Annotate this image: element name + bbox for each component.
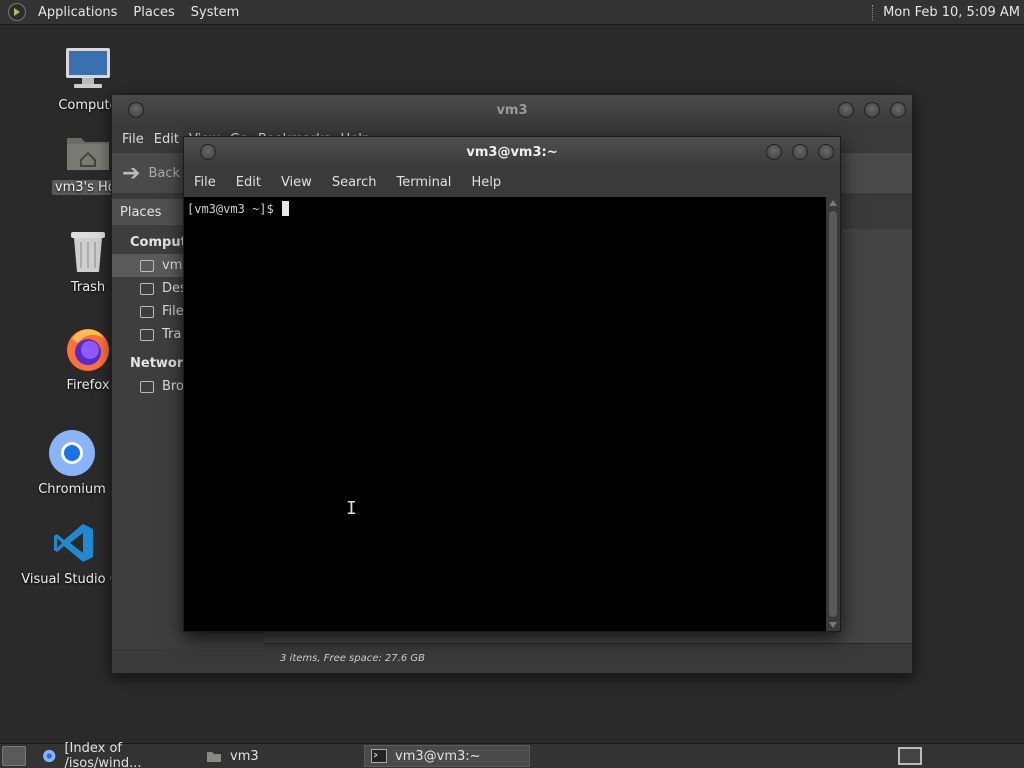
back-button[interactable]: Back [148, 166, 180, 181]
task-button-file-manager[interactable]: vm3 [200, 745, 360, 767]
firefox-icon [63, 324, 113, 374]
home-folder-icon [207, 752, 221, 762]
terminal-window[interactable]: vm3@vm3:~ File Edit View Search Terminal… [183, 136, 841, 632]
chromium-icon [43, 749, 56, 763]
task-label: [Index of /isos/wind... [64, 741, 142, 768]
menu-logo-icon[interactable] [8, 3, 26, 21]
vscode-icon [49, 518, 99, 568]
file-manager-titlebar[interactable]: vm3 [112, 95, 912, 125]
menu-view[interactable]: View [271, 175, 322, 190]
computer-icon [63, 44, 113, 94]
panel-handle [872, 4, 875, 21]
network-icon [140, 380, 154, 393]
chromium-icon [47, 428, 97, 478]
terminal-titlebar[interactable]: vm3@vm3:~ [184, 137, 840, 167]
home-icon [140, 259, 154, 272]
close-button[interactable] [818, 144, 834, 160]
menu-help[interactable]: Help [461, 175, 511, 190]
desktop-icon [140, 282, 154, 295]
desktop-icon-label: Trash [70, 280, 106, 295]
drive-icon [140, 305, 154, 318]
close-button[interactable] [890, 102, 906, 118]
window-menu-button[interactable] [128, 102, 144, 118]
task-label: vm3 [230, 748, 259, 764]
window-menu-button[interactable] [200, 144, 216, 160]
task-button-chromium[interactable]: [Index of /isos/wind... [36, 741, 196, 768]
maximize-button[interactable] [792, 144, 808, 160]
trash-icon [140, 328, 154, 341]
back-arrow-icon[interactable]: ➔ [122, 161, 140, 186]
terminal-scrollbar[interactable] [826, 197, 840, 631]
applications-menu[interactable]: Applications [30, 5, 125, 20]
trash-icon [63, 226, 113, 276]
sidebar-item-label: File [162, 304, 184, 319]
terminal-menubar: File Edit View Search Terminal Help [184, 167, 840, 197]
text-cursor [281, 201, 289, 216]
bottom-taskbar: [Index of /isos/wind... vm3 vm3@vm3:~ [0, 741, 1024, 768]
show-desktop-button[interactable] [2, 746, 26, 766]
desktop-icon-label: Firefox [66, 378, 110, 393]
menu-search[interactable]: Search [322, 175, 387, 190]
menu-file[interactable]: File [112, 132, 149, 147]
window-title: vm3@vm3:~ [466, 144, 558, 160]
menu-terminal[interactable]: Terminal [386, 175, 461, 190]
clock[interactable]: Mon Feb 10, 5:09 AM [872, 0, 1020, 25]
system-menu[interactable]: System [183, 5, 247, 20]
places-menu[interactable]: Places [125, 5, 182, 20]
workspace-switcher[interactable] [898, 747, 922, 765]
terminal-icon [371, 749, 387, 763]
desktop-icon-label: Chromium [38, 482, 106, 497]
status-bar: 3 items, Free space: 27.6 GB [264, 643, 912, 673]
scroll-up-arrow-icon[interactable] [829, 200, 837, 206]
terminal-output[interactable]: [vm3@vm3 ~]$ [184, 197, 826, 631]
terminal-prompt-line: [vm3@vm3 ~]$ [184, 197, 826, 216]
sidebar-item-label: Bro [162, 379, 184, 394]
scroll-down-arrow-icon[interactable] [829, 622, 837, 628]
task-button-terminal[interactable]: vm3@vm3:~ [364, 745, 530, 767]
menu-file[interactable]: File [184, 175, 226, 190]
scrollbar-thumb[interactable] [829, 211, 837, 617]
menu-edit[interactable]: Edit [149, 132, 184, 147]
top-panel: Applications Places System Mon Feb 10, 5… [0, 0, 1024, 25]
shell-prompt: [vm3@vm3 ~]$ [187, 201, 274, 216]
task-label: vm3@vm3:~ [395, 748, 481, 764]
home-folder-icon [63, 126, 113, 176]
menu-edit[interactable]: Edit [226, 175, 271, 190]
clock-text: Mon Feb 10, 5:09 AM [883, 5, 1020, 20]
minimize-button[interactable] [838, 102, 854, 118]
maximize-button[interactable] [864, 102, 880, 118]
ibeam-cursor-icon: I [346, 498, 357, 519]
sidebar-item-label: Tra [162, 327, 182, 342]
minimize-button[interactable] [766, 144, 782, 160]
desktop-icon-label: Compute [58, 98, 118, 113]
window-title: vm3 [496, 102, 528, 118]
